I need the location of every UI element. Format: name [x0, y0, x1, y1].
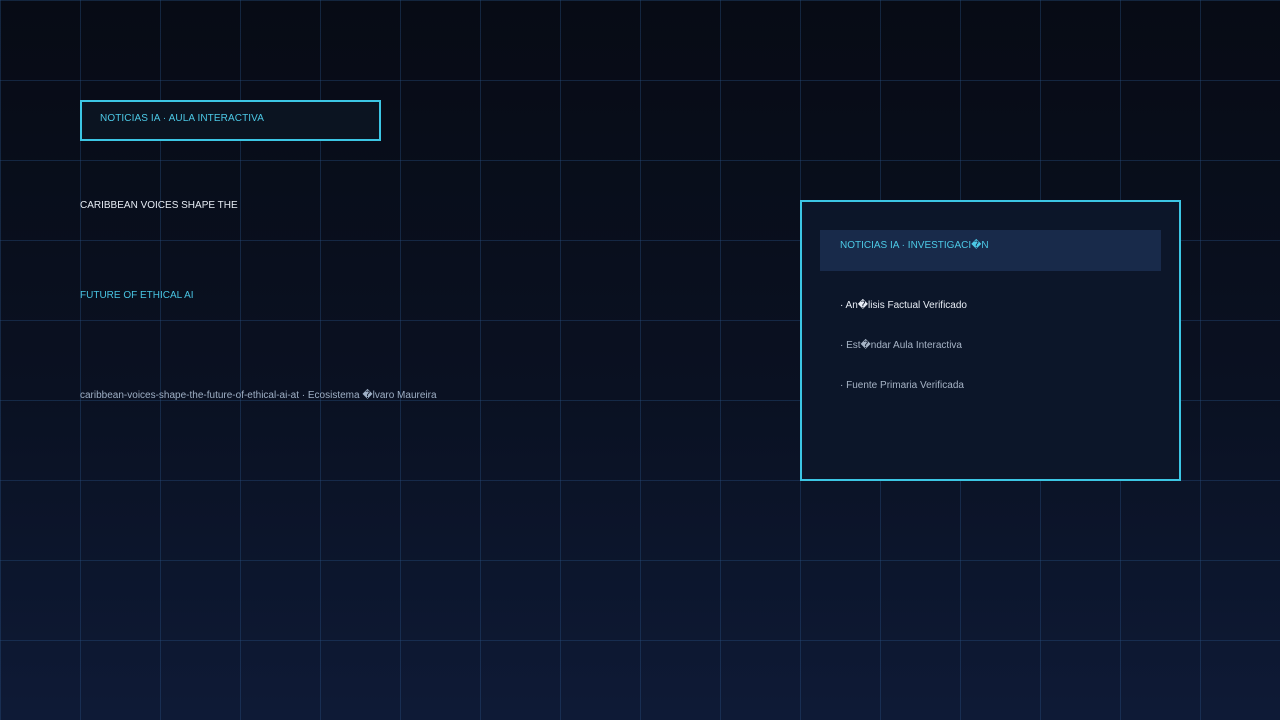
- panel-item-primary-source: · Fuente Primaria Verificada: [840, 380, 964, 391]
- headline-line-1: CARIBBEAN VOICES SHAPE THE: [80, 200, 238, 211]
- section-badge: NOTICIAS IA · AULA INTERACTIVA: [80, 100, 381, 141]
- headline-line-2: FUTURE OF ETHICAL AI: [80, 290, 194, 301]
- panel-header: NOTICIAS IA · INVESTIGACI�N: [820, 230, 1161, 271]
- article-slug: caribbean-voices-shape-the-future-of-eth…: [80, 390, 437, 401]
- panel-item-classroom-standard: · Est�ndar Aula Interactiva: [840, 340, 962, 351]
- badge-label: NOTICIAS IA · AULA INTERACTIVA: [100, 113, 264, 124]
- info-panel: NOTICIAS IA · INVESTIGACI�N · An�lisis F…: [800, 200, 1181, 481]
- panel-header-label: NOTICIAS IA · INVESTIGACI�N: [840, 240, 989, 251]
- panel-item-factual-analysis: · An�lisis Factual Verificado: [840, 300, 967, 311]
